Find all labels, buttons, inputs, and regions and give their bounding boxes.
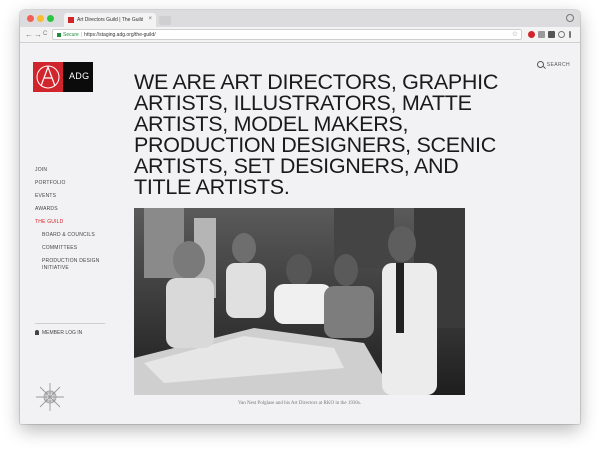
- url-separator: |: [80, 32, 83, 38]
- sidebar-subitem-committees[interactable]: COMMITTEES: [42, 245, 77, 251]
- search-label: SEARCH: [546, 61, 570, 68]
- menu-kebab-icon[interactable]: [569, 31, 571, 38]
- member-icon: [35, 330, 39, 336]
- search-icon: [536, 61, 544, 68]
- extension-search-icon[interactable]: [558, 31, 565, 38]
- extension-icon[interactable]: [538, 31, 545, 38]
- sidebar-item-portfolio[interactable]: PORTFOLIO: [35, 180, 66, 186]
- sidebar-subitem-initiative[interactable]: INITIATIVE: [42, 265, 69, 271]
- profile-icon[interactable]: [566, 14, 574, 22]
- url-text: https://staging.adg.org/the-guild/: [84, 32, 156, 38]
- lock-icon: [57, 32, 61, 37]
- member-login-link[interactable]: MEMBER LOG IN: [35, 330, 82, 336]
- hero-photo: [134, 208, 465, 395]
- forward-button[interactable]: →: [34, 30, 42, 39]
- secure-label: Secure: [63, 32, 79, 38]
- adg-logo[interactable]: ADG: [33, 62, 93, 92]
- sidebar-item-awards[interactable]: AWARDS: [35, 206, 58, 212]
- new-tab-button[interactable]: [159, 16, 171, 25]
- sidebar-item-events[interactable]: EVENTS: [35, 193, 56, 199]
- tab-close-icon[interactable]: ×: [148, 16, 152, 22]
- extension-icon[interactable]: [548, 31, 555, 38]
- browser-toolbar: ← → C Secure | https://staging.adg.org/the…: [20, 27, 580, 43]
- extension-opera-icon[interactable]: [528, 31, 535, 38]
- member-login-label: MEMBER LOG IN: [42, 330, 83, 336]
- search-button[interactable]: SEARCH: [536, 61, 570, 68]
- browser-tab[interactable]: Art Directors Guild | The Guild ×: [64, 13, 156, 27]
- close-window-button[interactable]: [27, 15, 34, 22]
- divider: [35, 323, 105, 324]
- minimize-window-button[interactable]: [37, 15, 44, 22]
- logo-text: ADG: [69, 71, 90, 81]
- reload-button[interactable]: C: [43, 31, 47, 37]
- iatse-seal-icon[interactable]: [34, 381, 66, 413]
- back-button[interactable]: ←: [25, 30, 33, 39]
- sidebar-subitem-production-design[interactable]: PRODUCTION DESIGN: [42, 258, 100, 264]
- bookmark-star-icon[interactable]: ☆: [512, 30, 518, 40]
- title-bar: Art Directors Guild | The Guild ×: [20, 10, 580, 27]
- address-bar[interactable]: Secure | https://staging.adg.org/the-guild…: [52, 29, 522, 40]
- sidebar-subitem-board-councils[interactable]: BOARD & COUNCILS: [42, 232, 95, 238]
- page-headline: WE ARE ART DIRECTORS, GRAPHIC ARTISTS, I…: [134, 70, 499, 199]
- photo-caption: Van Nest Polglase and his Art Directors …: [237, 401, 362, 406]
- favicon-icon: [68, 17, 74, 23]
- maximize-window-button[interactable]: [47, 15, 54, 22]
- sidebar-item-join[interactable]: JOIN: [35, 167, 47, 173]
- browser-window: Art Directors Guild | The Guild × ← → C …: [20, 10, 580, 424]
- tab-title: Art Directors Guild | The Guild: [77, 17, 143, 23]
- adg-logo-icon: [33, 62, 63, 92]
- page-content: ADG SEARCH WE ARE ART DIRECTORS, GRAPHIC…: [20, 44, 580, 424]
- sidebar-item-the-guild[interactable]: THE GUILD: [35, 219, 63, 225]
